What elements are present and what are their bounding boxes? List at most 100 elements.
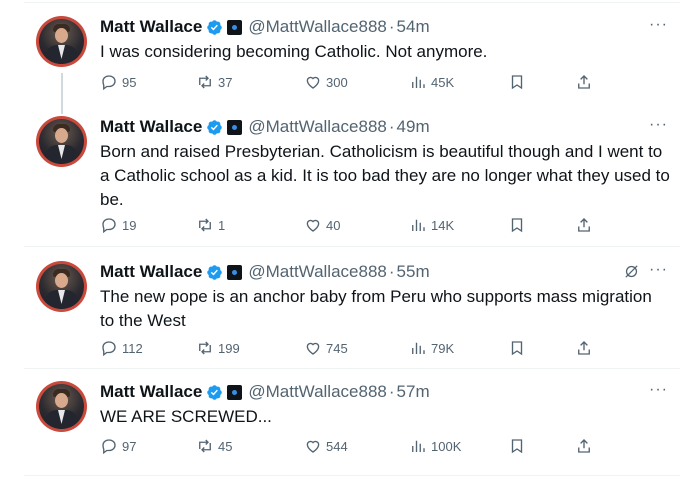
repost-button[interactable]: 199 xyxy=(196,339,240,357)
tweet-text: I was considering becoming Catholic. Not… xyxy=(100,42,488,61)
bookmark-button[interactable] xyxy=(508,73,526,91)
reply-count: 95 xyxy=(122,74,137,90)
repost-icon xyxy=(199,75,211,89)
more-icon[interactable]: ··· xyxy=(649,261,668,279)
views-icon xyxy=(412,76,425,88)
author-handle[interactable]: @MattWallace888 xyxy=(248,17,387,37)
author-name[interactable]: Matt Wallace xyxy=(100,382,202,402)
like-icon xyxy=(306,219,320,232)
grok-icon[interactable] xyxy=(623,263,640,280)
more-icon[interactable]: ··· xyxy=(649,16,668,34)
tweet-header: Matt Wallace @MattWallace888 · 49m xyxy=(100,116,430,138)
repost-button[interactable]: 1 xyxy=(196,216,225,234)
share-button[interactable] xyxy=(575,216,593,234)
like-button[interactable]: 745 xyxy=(304,339,348,357)
share-icon xyxy=(578,439,590,453)
author-handle[interactable]: @MattWallace888 xyxy=(248,262,387,282)
repost-icon xyxy=(199,341,211,355)
divider xyxy=(24,368,680,369)
affiliate-badge-icon xyxy=(227,264,243,280)
like-count: 544 xyxy=(326,438,348,454)
like-icon xyxy=(306,76,320,89)
separator-dot: · xyxy=(388,382,395,401)
action-bar: 19 1 40 14K xyxy=(100,216,600,236)
thread-connector xyxy=(61,73,63,114)
timestamp[interactable]: 49m xyxy=(397,117,430,137)
reply-button[interactable]: 95 xyxy=(100,73,136,91)
like-button[interactable]: 544 xyxy=(304,437,348,455)
views-button[interactable]: 100K xyxy=(409,437,461,455)
tweet-header: Matt Wallace @MattWallace888 · 55m xyxy=(100,261,430,283)
timestamp[interactable]: 54m xyxy=(397,17,430,37)
reply-count: 19 xyxy=(122,217,137,233)
share-icon xyxy=(578,75,590,89)
verified-badge-icon xyxy=(207,384,223,400)
views-count: 79K xyxy=(431,340,455,356)
tweet-text: WE ARE SCREWED... xyxy=(100,407,272,426)
share-button[interactable] xyxy=(575,73,593,91)
reply-count: 97 xyxy=(122,438,137,454)
timestamp[interactable]: 57m xyxy=(397,382,430,402)
divider xyxy=(24,2,680,3)
reply-icon xyxy=(102,439,116,455)
views-count: 14K xyxy=(431,217,455,233)
affiliate-badge-icon xyxy=(227,384,243,400)
action-bar: 97 45 544 100K xyxy=(100,437,600,457)
bookmark-icon xyxy=(511,75,523,90)
like-button[interactable]: 40 xyxy=(304,216,340,234)
separator-dot: · xyxy=(388,17,395,36)
verified-badge-icon xyxy=(207,264,223,280)
verified-badge-icon xyxy=(207,119,223,135)
views-icon xyxy=(412,342,425,354)
bookmark-icon xyxy=(511,218,523,233)
repost-count: 45 xyxy=(218,438,233,454)
author-name[interactable]: Matt Wallace xyxy=(100,117,202,137)
like-button[interactable]: 300 xyxy=(304,73,348,91)
verified-badge-icon xyxy=(207,19,223,35)
more-icon[interactable]: ··· xyxy=(649,381,668,399)
views-count: 100K xyxy=(431,438,462,454)
views-button[interactable]: 79K xyxy=(409,339,454,357)
avatar[interactable] xyxy=(36,16,87,67)
repost-icon xyxy=(199,218,211,232)
reply-icon xyxy=(102,218,116,234)
author-handle[interactable]: @MattWallace888 xyxy=(248,382,387,402)
repost-button[interactable]: 45 xyxy=(196,437,232,455)
bookmark-button[interactable] xyxy=(508,339,526,357)
share-icon xyxy=(578,341,590,355)
timestamp[interactable]: 55m xyxy=(397,262,430,282)
author-name[interactable]: Matt Wallace xyxy=(100,262,202,282)
bookmark-button[interactable] xyxy=(508,216,526,234)
views-button[interactable]: 45K xyxy=(409,73,454,91)
tweet-text: Born and raised Presbyterian. Catholicis… xyxy=(100,142,670,209)
like-icon xyxy=(306,440,320,453)
affiliate-badge-icon xyxy=(227,119,243,135)
reply-button[interactable]: 97 xyxy=(100,437,136,455)
reply-count: 112 xyxy=(122,340,143,356)
like-count: 300 xyxy=(326,74,348,90)
avatar[interactable] xyxy=(36,261,87,312)
views-button[interactable]: 14K xyxy=(409,216,454,234)
views-icon xyxy=(412,440,425,452)
reply-icon xyxy=(102,75,116,91)
author-handle[interactable]: @MattWallace888 xyxy=(248,117,387,137)
repost-count: 37 xyxy=(218,74,233,90)
affiliate-badge-icon xyxy=(227,19,243,35)
bookmark-icon xyxy=(511,341,523,356)
avatar[interactable] xyxy=(36,381,87,432)
reply-button[interactable]: 112 xyxy=(100,339,143,357)
like-icon xyxy=(306,342,320,355)
reply-button[interactable]: 19 xyxy=(100,216,136,234)
bookmark-button[interactable] xyxy=(508,437,526,455)
share-button[interactable] xyxy=(575,437,593,455)
repost-count: 199 xyxy=(218,340,240,356)
tweet-text: The new pope is an anchor baby from Peru… xyxy=(100,287,652,330)
share-button[interactable] xyxy=(575,339,593,357)
author-name[interactable]: Matt Wallace xyxy=(100,17,202,37)
like-count: 745 xyxy=(326,340,348,356)
more-icon[interactable]: ··· xyxy=(649,116,668,134)
like-count: 40 xyxy=(326,217,341,233)
tweet-header: Matt Wallace @MattWallace888 · 57m xyxy=(100,381,430,403)
avatar[interactable] xyxy=(36,116,87,167)
repost-button[interactable]: 37 xyxy=(196,73,232,91)
